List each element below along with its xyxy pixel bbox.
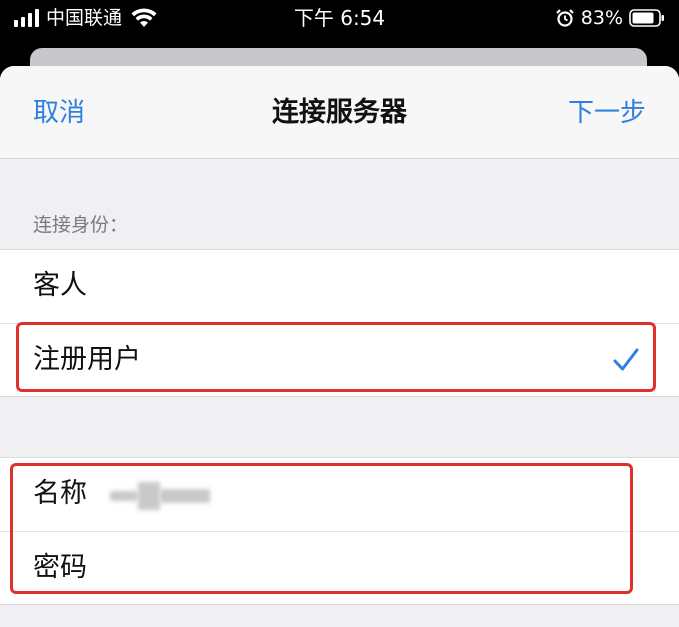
option-label: 客人 — [33, 270, 87, 301]
highlight-box-registered-user — [16, 322, 656, 392]
alarm-icon — [555, 9, 574, 27]
status-bar: 中国联通 下午 6:54 83% — [0, 0, 679, 36]
battery-icon — [629, 9, 664, 27]
connect-as-header: 连接身份： — [33, 214, 129, 236]
navigation-bar: 取消 连接服务器 下一步 — [0, 66, 679, 159]
status-right: 83% — [555, 6, 665, 30]
battery-percent: 83% — [580, 7, 623, 29]
highlight-box-credentials — [10, 463, 633, 594]
option-guest[interactable]: 客人 — [0, 250, 679, 323]
next-button[interactable]: 下一步 — [568, 96, 646, 130]
